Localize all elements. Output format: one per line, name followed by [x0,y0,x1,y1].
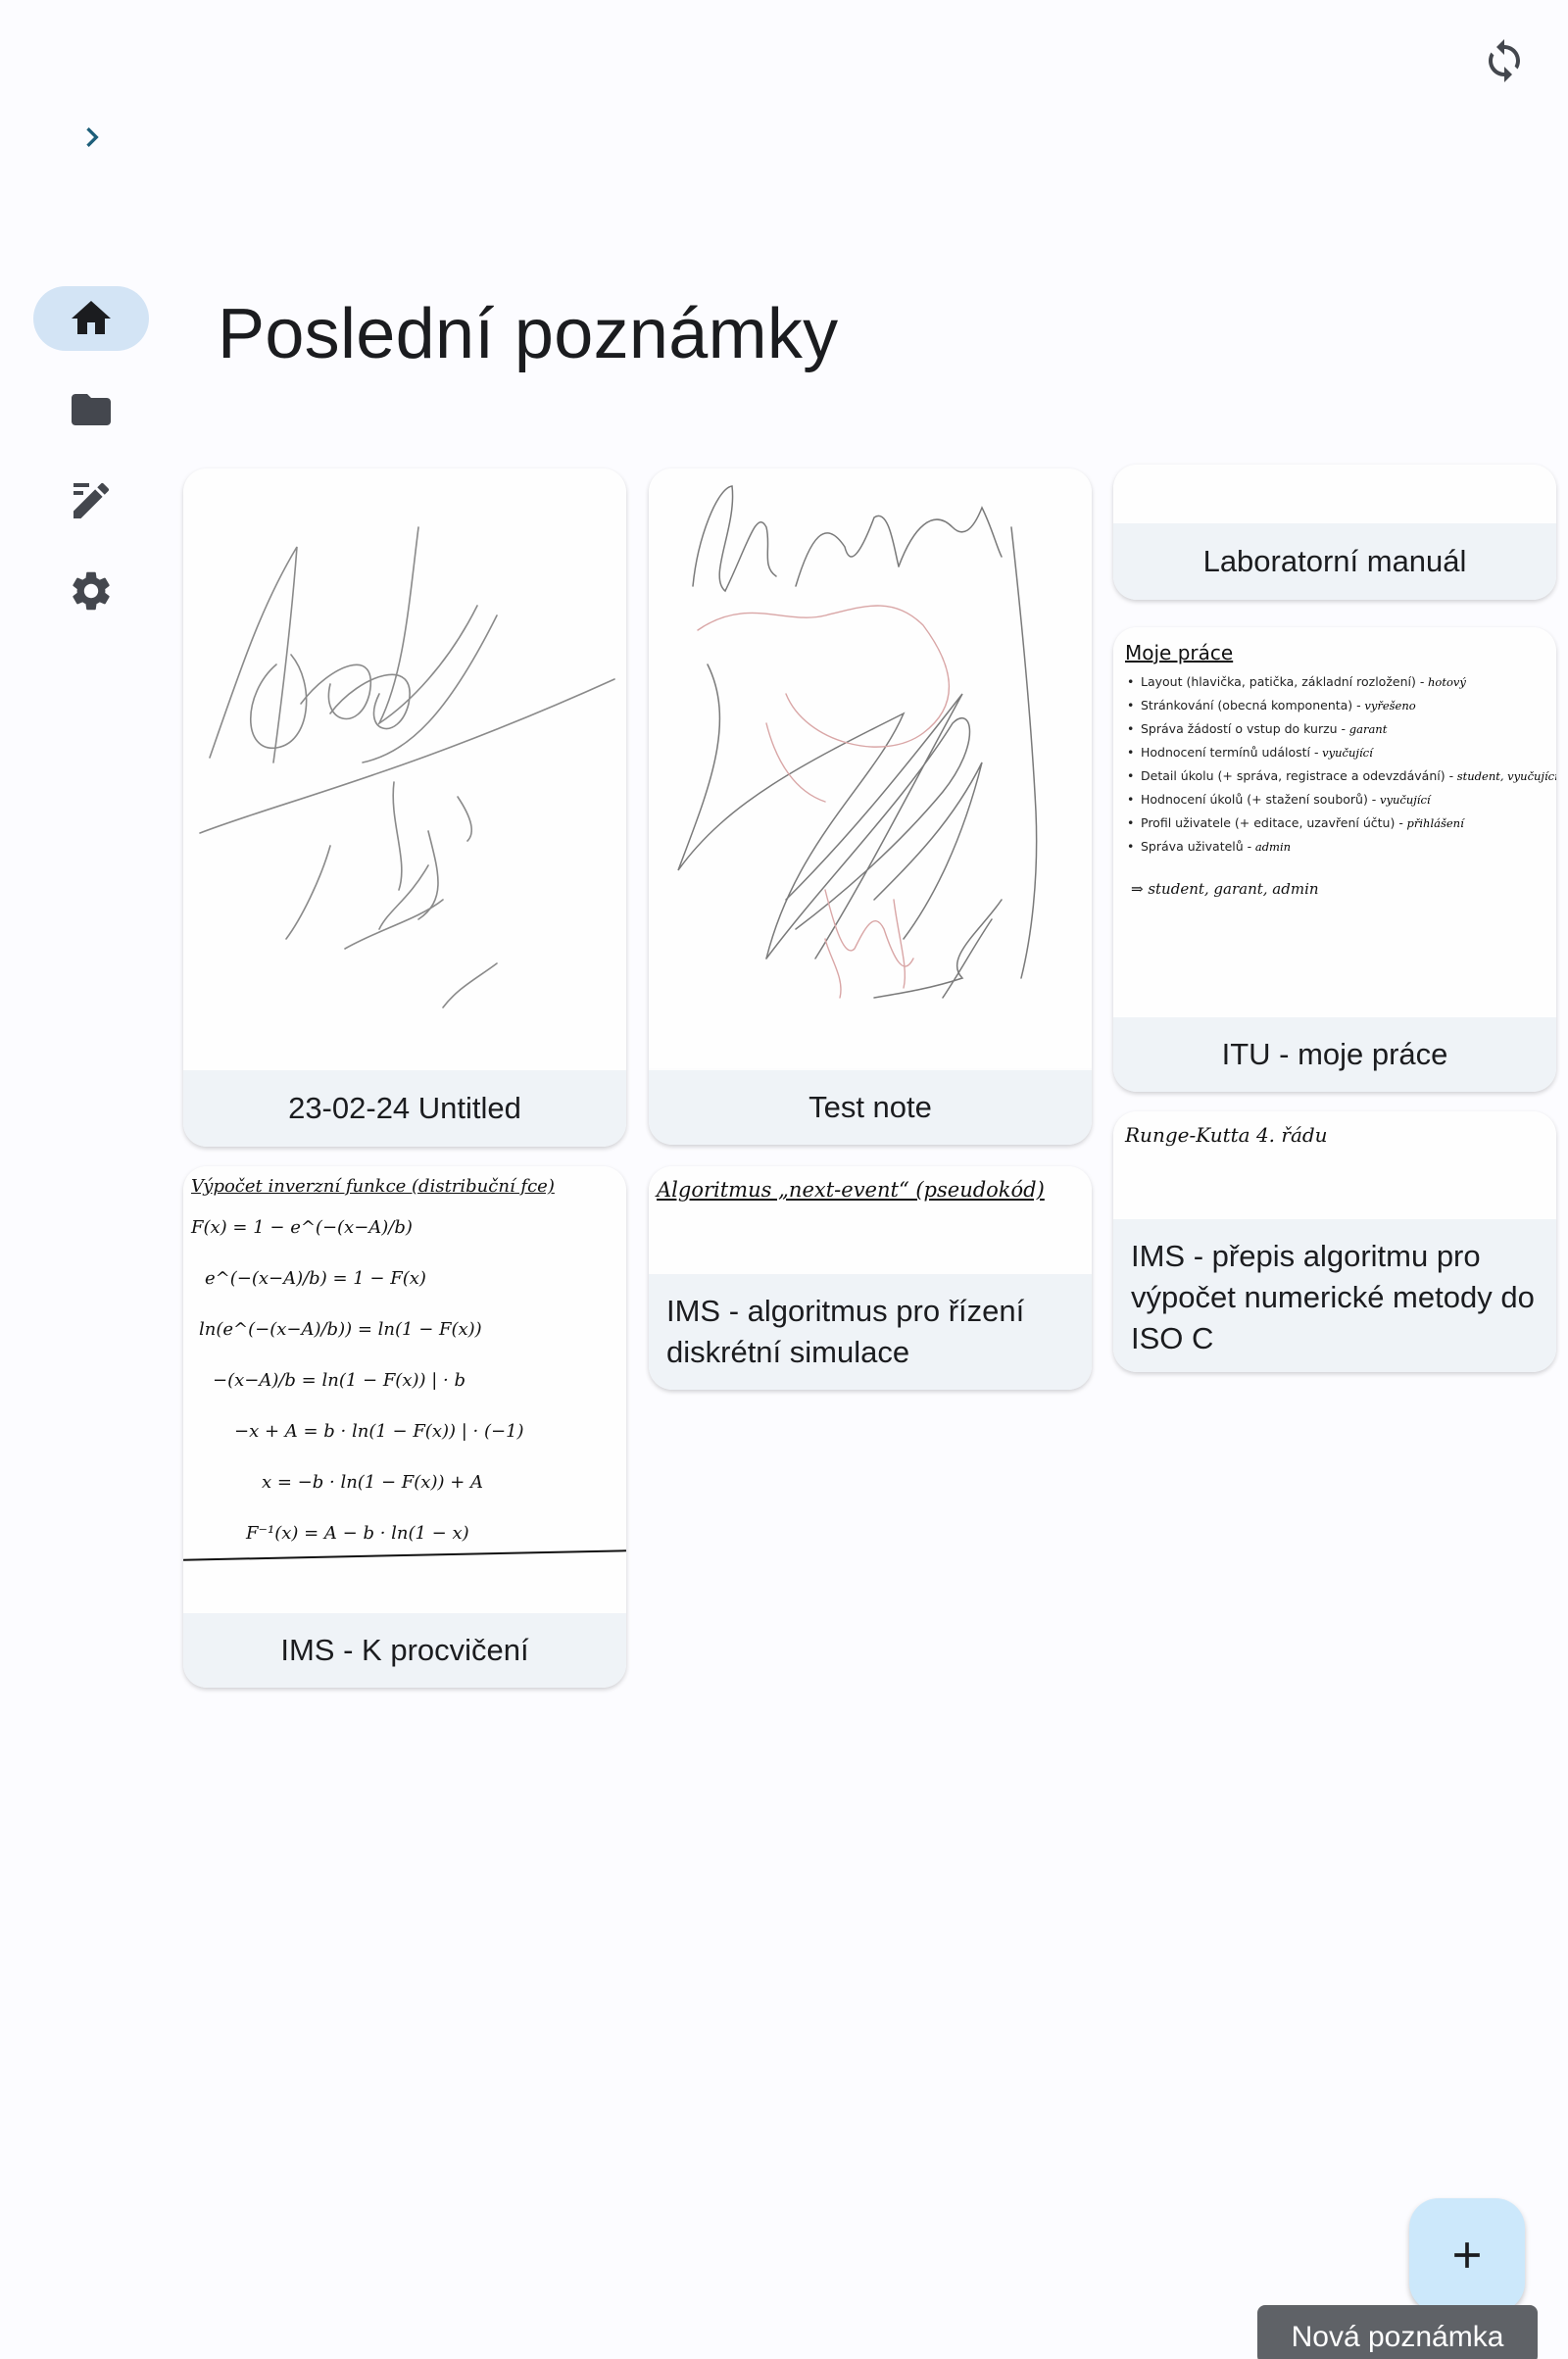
bullet-dot: • [1127,768,1135,783]
note-title: Test note [649,1070,1092,1145]
preview-equation: F(x) = 1 − e^(−(x−A)/b) [191,1217,413,1238]
note-card-ims-algorithm[interactable]: Algoritmus „next-event“ (pseudokód) IMS … [649,1166,1092,1390]
preview-bullet: • Profil uživatele (+ editace, uzavření ú… [1125,811,1556,835]
note-title: IMS - K procvičení [183,1613,626,1688]
preview-line: Algoritmus „next-event“ (pseudokód) [657,1178,1045,1202]
sync-button[interactable] [1475,31,1534,90]
note-title: 23-02-24 Untitled [183,1070,626,1147]
preview-equation: x = −b · ln(1 − F(x)) + A [262,1472,484,1493]
bullet-dot: • [1127,674,1135,689]
preview-equation: −x + A = b · ln(1 − F(x)) | · (−1) [234,1421,524,1442]
bullet-dot: • [1127,698,1135,713]
note-card-ims-rewrite[interactable]: Runge-Kutta 4. řádu IMS - přepis algorit… [1113,1111,1556,1372]
note-card-lab-manual[interactable]: Laboratorní manuál [1113,465,1556,600]
rail-item-home[interactable] [33,286,149,351]
preview-heading: Výpočet inverzní funkce (distribuční fce… [191,1176,555,1197]
preview-bullet: • Detail úkolu (+ správa, registrace a od… [1125,764,1556,788]
note-sketch [677,485,1038,999]
bullet-dot: • [1127,792,1135,807]
note-card-test-note[interactable]: Test note [649,468,1092,1145]
home-icon [72,301,111,334]
note-title: ITU - moje práce [1113,1017,1556,1092]
preview-equation: e^(−(x−A)/b) = 1 − F(x) [205,1268,426,1289]
bullet-text: Správa žádostí o vstup do kurzu - [1141,721,1347,736]
preview-equation: ln(e^(−(x−A)/b)) = ln(1 − F(x)) [199,1319,482,1340]
gear-icon [73,571,110,611]
edit-note-icon [74,482,110,518]
rail-item-notes[interactable] [33,468,149,533]
bullet-text: Hodnocení úkolů (+ stažení souborů) - [1141,792,1377,807]
bullet-text: Detail úkolu (+ správa, registrace a ode… [1141,768,1454,783]
bullet-text: Profil uživatele (+ editace, uzavření úč… [1141,815,1403,830]
preview-bullet: • Stránkování (obecná komponenta) - vyřeš… [1125,694,1556,717]
preview-bullet: • Hodnocení termínů událostí - vyučující [1125,741,1556,764]
note-title: Laboratorní manuál [1113,523,1556,600]
bullet-text: Layout (hlavička, patička, základní rozl… [1141,674,1425,689]
preview-footer: ⇒ student, garant, admin [1131,880,1319,898]
bullet-text: Stránkování (obecná komponenta) - [1141,698,1361,713]
note-preview: Moje práce • Layout (hlavička, patička, z… [1113,627,1556,1017]
new-note-button[interactable] [1409,2198,1525,2312]
plus-icon [1454,2242,1480,2268]
bullet-dot: • [1127,839,1135,854]
note-card-itu[interactable]: Moje práce • Layout (hlavička, patička, z… [1113,627,1556,1092]
bullet-text: Správa uživatelů - [1141,839,1252,854]
preview-heading: Moje práce [1125,641,1234,664]
note-sketch [199,526,615,1008]
bullet-note: vyučující [1376,793,1431,807]
preview-line: Runge-Kutta 4. řádu [1125,1123,1328,1147]
bullet-dot: • [1127,745,1135,760]
note-preview [1113,465,1556,523]
preview-equation: −(x−A)/b = ln(1 − F(x)) | · b [213,1370,466,1391]
preview-bullets: • Layout (hlavička, patička, základní roz… [1125,670,1556,859]
preview-bullet: • Správa uživatelů - admin [1125,835,1556,859]
note-preview [649,468,1092,1068]
chevron-right-icon [86,127,99,147]
note-preview: Runge-Kutta 4. řádu [1113,1111,1556,1219]
bullet-note: garant [1346,722,1388,736]
preview-bullet: • Layout (hlavička, patička, základní roz… [1125,670,1556,694]
note-card-untitled[interactable]: 23-02-24 Untitled [183,468,626,1147]
bullet-dot: • [1127,721,1135,736]
page-title: Poslední poznámky [218,295,839,373]
bullet-dot: • [1127,815,1135,830]
new-note-tooltip: Nová poznámka [1257,2305,1538,2359]
bullet-note: vyřešeno [1360,699,1416,713]
preview-equations: F(x) = 1 − e^(−(x−A)/b) e^(−(x−A)/b) = 1 … [191,1203,626,1559]
expand-rail-button[interactable] [71,116,114,159]
rail-item-settings[interactable] [33,559,149,623]
bullet-note: vyučující [1318,746,1373,760]
rail-item-folders[interactable] [33,377,149,442]
note-preview: Algoritmus „next-event“ (pseudokód) [649,1166,1092,1274]
bullet-note: admin [1251,840,1292,854]
notes-app: Poslední poznámky 23-02-24 Untitled Test… [0,0,1568,2359]
note-preview [183,468,626,1070]
bullet-text: Hodnocení termínů událostí - [1141,745,1319,760]
note-title: IMS - algoritmus pro řízení diskrétní si… [649,1274,1092,1390]
bullet-note: přihlášení [1402,816,1464,830]
note-preview: Výpočet inverzní funkce (distribuční fce… [183,1166,626,1613]
bullet-note: hotový [1424,675,1466,689]
note-title: IMS - přepis algoritmu pro výpočet numer… [1113,1219,1556,1372]
bullet-note: student, vyučující [1453,769,1556,783]
preview-bullet: • Hodnocení úkolů (+ stažení souborů) - v… [1125,788,1556,811]
note-card-ims-practice[interactable]: Výpočet inverzní funkce (distribuční fce… [183,1166,626,1688]
folder-icon [72,394,111,425]
sync-icon [1489,39,1520,82]
preview-bullet: • Správa žádostí o vstup do kurzu - garan… [1125,717,1556,741]
